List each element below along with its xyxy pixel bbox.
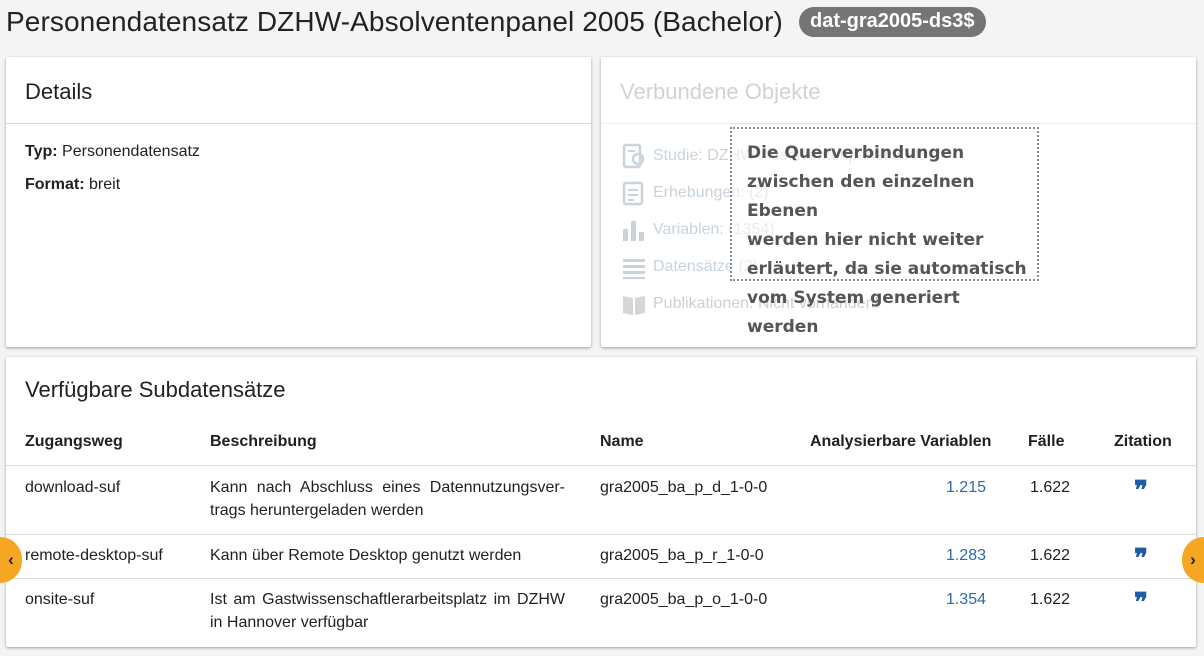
- survey-icon: [621, 180, 647, 206]
- page-header: Personendatensatz DZHW-Absolventenpanel …: [6, 0, 986, 44]
- linked-divider: [601, 123, 1196, 124]
- details-title: Details: [25, 79, 93, 104]
- table-row-divider: [6, 534, 1196, 535]
- annotation-line: werden hier nicht weiter: [747, 230, 984, 250]
- annotation-line: erläutert, da sie automatisch: [747, 259, 1027, 279]
- annotation-callout: Die Querverbindungen zwischen den einzel…: [730, 127, 1039, 337]
- row2-access: remote-desktop-suf: [25, 547, 163, 564]
- subdatasets-title: Verfügbare Subdatensätze: [25, 377, 286, 402]
- citation-quote-icon[interactable]: ❞: [1134, 546, 1148, 572]
- column-header-access[interactable]: Zugangsweg: [25, 433, 123, 451]
- table-row-divider: [6, 578, 1196, 579]
- format-label: Format:: [25, 176, 85, 193]
- details-divider: [6, 123, 591, 124]
- row2-variables-link[interactable]: 1.283: [886, 544, 986, 567]
- row1-access: download-suf: [25, 479, 121, 496]
- row2-cases: 1.622: [1030, 547, 1071, 564]
- table-list-icon: [621, 254, 647, 280]
- type-value: Personendatensatz: [62, 143, 200, 160]
- row1-name: gra2005_ba_p_d_1-0-0: [600, 479, 768, 496]
- row3-variables-link[interactable]: 1.354: [886, 588, 986, 611]
- row3-access: onsite-suf: [25, 591, 95, 608]
- linked-objects-title: Verbundene Objekte: [620, 79, 821, 104]
- row1-cases: 1.622: [1030, 479, 1071, 496]
- citation-quote-icon[interactable]: ❞: [1134, 590, 1148, 616]
- row1-description: Kann nach Abschluss eines Datennutzungsv…: [210, 479, 565, 519]
- type-label: Typ:: [25, 143, 58, 160]
- bar-chart-icon: [621, 217, 647, 243]
- column-header-description[interactable]: Beschreibung: [210, 433, 317, 451]
- citation-quote-icon[interactable]: ❞: [1134, 478, 1148, 504]
- annotation-line: Die Querverbindungen: [747, 143, 965, 163]
- format-value: breit: [89, 176, 121, 193]
- row3-cases: 1.622: [1030, 591, 1071, 608]
- column-header-name[interactable]: Name: [600, 433, 644, 451]
- row2-description: Kann über Remote Desktop genutzt werden: [210, 547, 522, 564]
- annotation-line: vom System generiert werden: [747, 288, 960, 337]
- column-header-citation[interactable]: Zitation: [1114, 433, 1172, 451]
- study-icon: [621, 143, 647, 169]
- table-divider: [6, 465, 1196, 466]
- column-header-variables[interactable]: Analysierbare Variablen: [810, 433, 991, 451]
- page-title: Personendatensatz DZHW-Absolventenpanel …: [6, 6, 783, 37]
- details-card: Details Typ: Personendatensatz Format: b…: [6, 57, 591, 347]
- type-row: Typ: Personendatensatz: [25, 143, 200, 161]
- column-header-cases[interactable]: Fälle: [1028, 433, 1064, 451]
- dataset-id-badge: dat-gra2005-ds3$: [798, 7, 986, 37]
- row3-name: gra2005_ba_p_o_1-0-0: [600, 591, 768, 608]
- annotation-line: zwischen den einzelnen Ebenen: [747, 172, 975, 221]
- book-icon: [621, 291, 647, 317]
- format-row: Format: breit: [25, 176, 120, 194]
- subdatasets-card: Verfügbare Subdatensätze Zugangsweg Besc…: [6, 357, 1196, 647]
- row3-description: Ist am Gastwissenschaftlerarbeitsplatz i…: [210, 591, 565, 631]
- chevron-left-icon: ‹: [8, 550, 14, 569]
- chevron-right-icon: ›: [1190, 550, 1196, 569]
- row2-name: gra2005_ba_p_r_1-0-0: [600, 547, 764, 564]
- row1-variables-link[interactable]: 1.215: [886, 476, 986, 499]
